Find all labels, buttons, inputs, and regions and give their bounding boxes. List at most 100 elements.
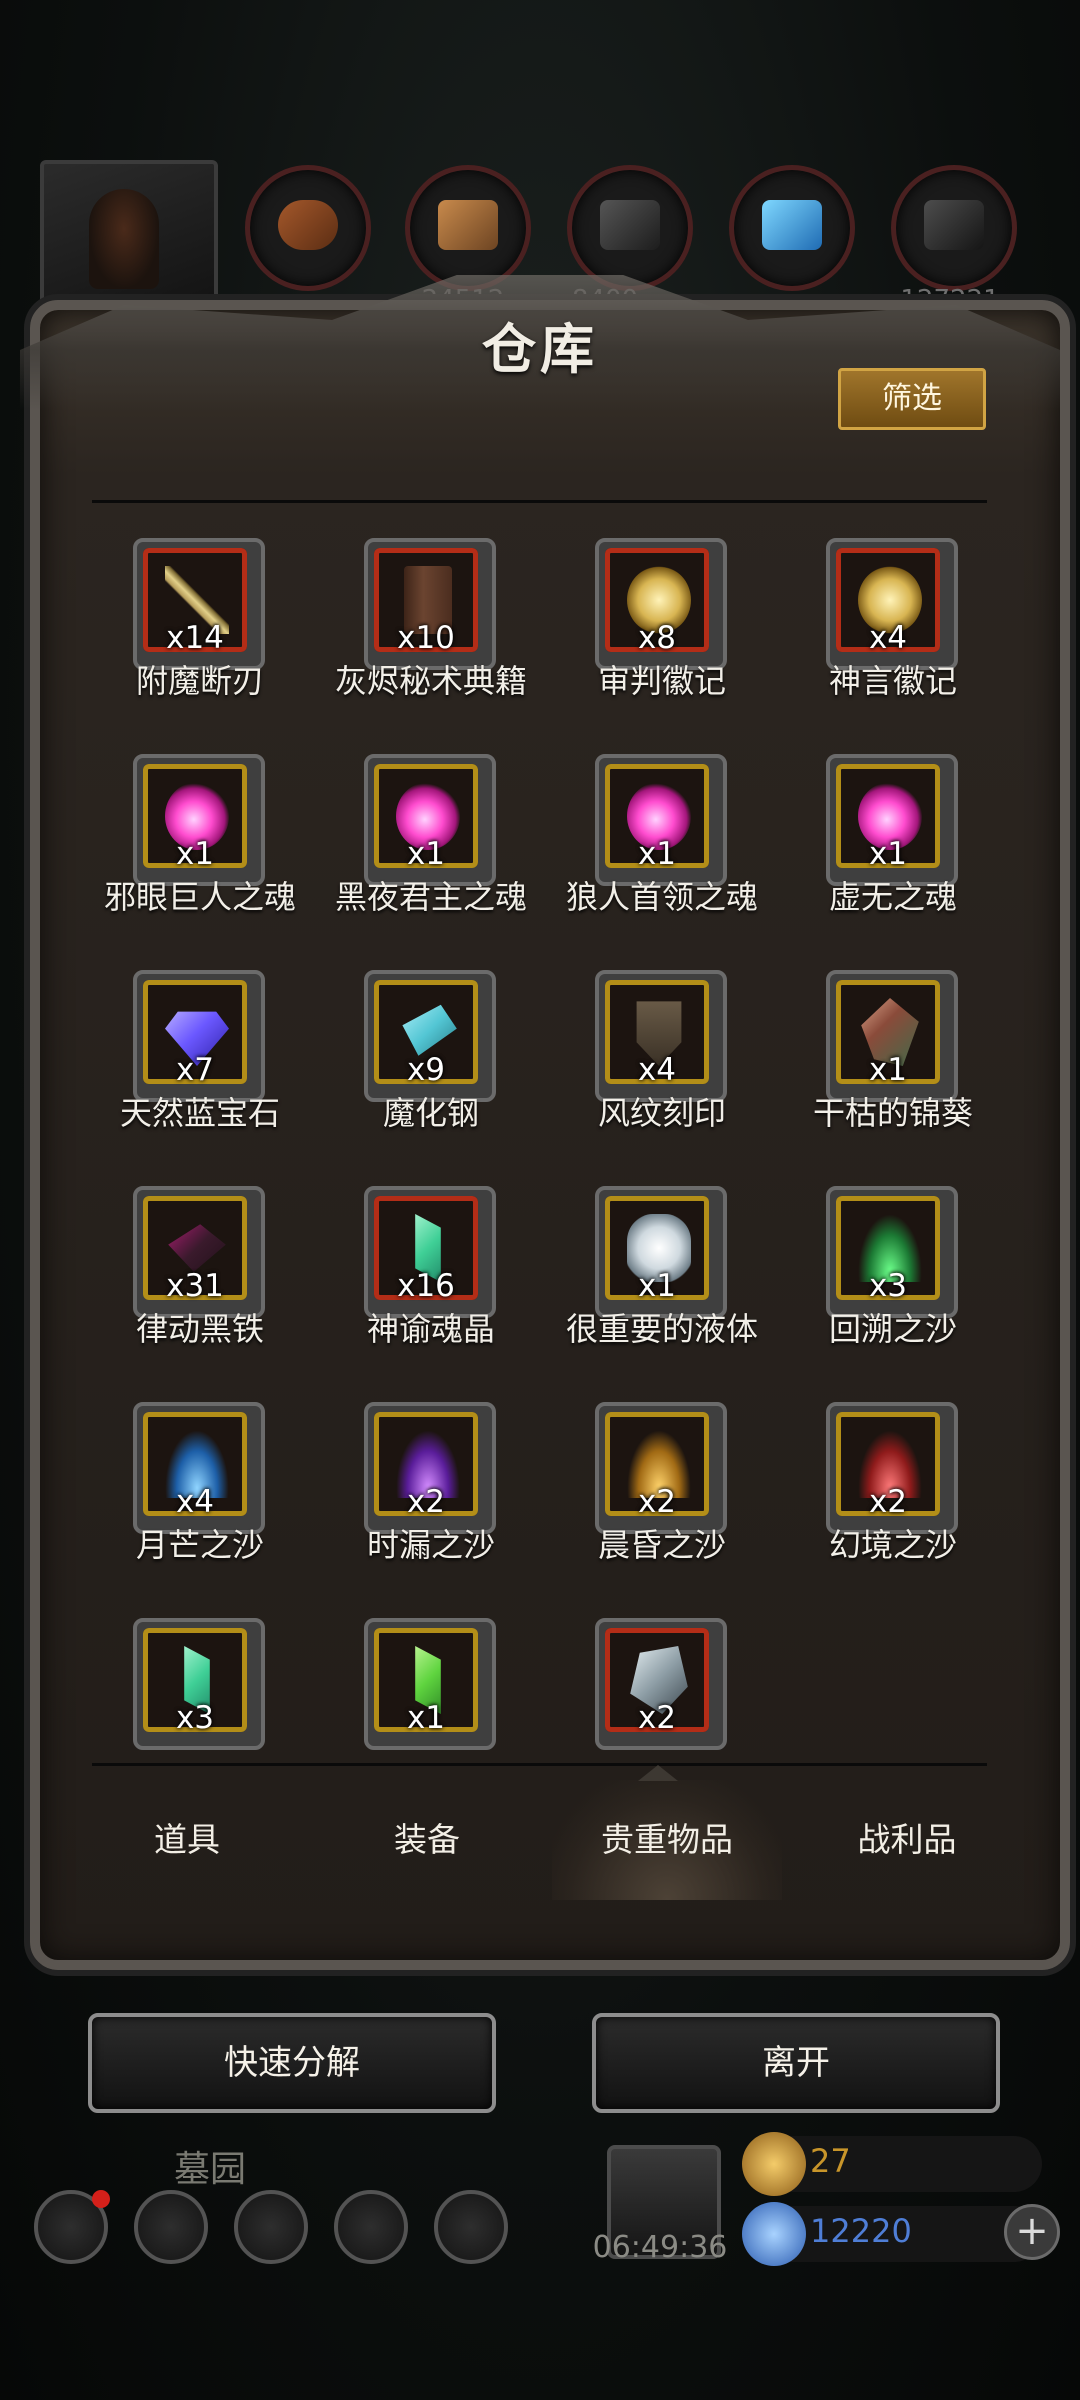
gem-currency: 12220	[742, 2202, 1042, 2266]
item-card[interactable]: x1	[316, 1618, 546, 1750]
item-card[interactable]: x1 很重要的液体	[547, 1186, 777, 1386]
hero-portrait[interactable]	[40, 160, 218, 318]
achievement-icon[interactable]	[134, 2190, 208, 2264]
item-card[interactable]: x2 晨昏之沙	[547, 1402, 777, 1602]
item-card[interactable]: x1 狼人首领之魂	[547, 754, 777, 954]
item-card[interactable]: x2 幻境之沙	[778, 1402, 1008, 1602]
mail-icon[interactable]	[334, 2190, 408, 2264]
tab-props[interactable]: 道具	[72, 1780, 302, 1900]
item-card[interactable]: x16 神谕魂晶	[316, 1186, 546, 1386]
item-count: x2	[637, 1700, 677, 1736]
item-name: 神谕魂晶	[366, 1310, 495, 1348]
panel-title: 仓库	[482, 317, 598, 381]
stone-icon	[600, 200, 660, 250]
item-card[interactable]: x4 风纹刻印	[547, 970, 777, 1170]
item-card[interactable]: x7 天然蓝宝石	[85, 970, 315, 1170]
filter-button[interactable]: 筛选	[838, 368, 986, 430]
item-name: 黑夜君主之魂	[334, 878, 527, 916]
item-card[interactable]: x2 时漏之沙	[316, 1402, 546, 1602]
item-count: x4	[868, 620, 908, 656]
item-name: 很重要的液体	[565, 1310, 758, 1348]
item-name: 虚无之魂	[828, 878, 957, 916]
item-card[interactable]: x9 魔化钢	[316, 970, 546, 1170]
item-count: x10	[397, 620, 455, 656]
gold-coin-icon	[742, 2132, 806, 2196]
add-currency-button[interactable]: +	[1004, 2204, 1060, 2260]
item-count: x1	[868, 836, 908, 872]
item-name: 风纹刻印	[597, 1094, 726, 1132]
item-name: 幻境之沙	[828, 1526, 957, 1564]
stone-resource-slot[interactable]	[567, 165, 693, 291]
item-count: x31	[166, 1268, 224, 1304]
item-card[interactable]: x4 神言徽记	[778, 538, 1008, 738]
iron-resource-slot[interactable]	[891, 165, 1017, 291]
item-count: x2	[868, 1484, 908, 1520]
item-count: x14	[166, 620, 224, 656]
item-card[interactable]: x10 灰烬秘术典籍	[316, 538, 546, 738]
wood-icon	[438, 200, 498, 250]
crystal-icon	[762, 200, 822, 250]
wood-resource-slot[interactable]	[405, 165, 531, 291]
shop-icon[interactable]	[434, 2190, 508, 2264]
settings-icon[interactable]	[34, 2190, 110, 2264]
leave-button[interactable]: 离开	[592, 2013, 1000, 2113]
leather-icon	[278, 200, 338, 250]
item-name: 狼人首领之魂	[565, 878, 758, 916]
item-name: 灰烬秘术典籍	[334, 662, 527, 700]
item-card[interactable]: x3	[85, 1618, 315, 1750]
tab-equipment[interactable]: 装备	[312, 1780, 542, 1900]
gift-timer: 06:49:36	[592, 2230, 728, 2265]
item-count: x2	[637, 1484, 677, 1520]
gem-amount: 12220	[810, 2212, 912, 2250]
item-count: x1	[406, 1700, 446, 1736]
item-count: x1	[406, 836, 446, 872]
tab-bar: 道具 装备 贵重物品 战利品	[72, 1780, 1007, 1900]
item-count: x16	[397, 1268, 455, 1304]
item-card[interactable]: x1 干枯的锦葵	[778, 970, 1008, 1170]
leather-resource-slot[interactable]	[245, 165, 371, 291]
item-count: x1	[637, 836, 677, 872]
item-name: 魔化钢	[382, 1094, 479, 1132]
gold-amount: 27	[810, 2142, 851, 2180]
item-name: 时漏之沙	[366, 1526, 495, 1564]
item-card[interactable]: x1 邪眼巨人之魂	[85, 754, 315, 954]
item-card[interactable]: x8 审判徽记	[547, 538, 777, 738]
item-count: x2	[406, 1484, 446, 1520]
item-name: 回溯之沙	[828, 1310, 957, 1348]
item-count: x1	[175, 836, 215, 872]
gold-currency: 27	[742, 2132, 1042, 2196]
item-name: 审判徽记	[597, 662, 726, 700]
item-count: x3	[175, 1700, 215, 1736]
item-count: x4	[175, 1484, 215, 1520]
item-name: 神言徽记	[828, 662, 957, 700]
item-card[interactable]: x1 黑夜君主之魂	[316, 754, 546, 954]
divider	[92, 500, 987, 503]
gem-icon	[742, 2202, 806, 2266]
item-card[interactable]: x4 月芒之沙	[85, 1402, 315, 1602]
iron-icon	[924, 200, 984, 250]
item-count: x9	[406, 1052, 446, 1088]
item-card[interactable]: x3 回溯之沙	[778, 1186, 1008, 1386]
item-grid: x14 附魔断刃 x10 灰烬秘术典籍 x8 审判徽记 x4 神言徽记 x1 邪眼巨人之魂 x1 黑夜…	[85, 538, 1010, 1750]
item-count: x3	[868, 1268, 908, 1304]
hooded-figure-icon	[89, 189, 159, 289]
item-card[interactable]: x14 附魔断刃	[85, 538, 315, 738]
guild-icon[interactable]	[234, 2190, 308, 2264]
crystal-resource-slot[interactable]	[729, 165, 855, 291]
location-label: 墓园	[173, 2149, 246, 2190]
tab-valuables[interactable]: 贵重物品	[552, 1780, 782, 1900]
item-card[interactable]: x1 虚无之魂	[778, 754, 1008, 954]
divider	[92, 1763, 987, 1766]
item-count: x1	[868, 1052, 908, 1088]
quick-decompose-button[interactable]: 快速分解	[88, 2013, 496, 2113]
item-count: x7	[175, 1052, 215, 1088]
item-count: x4	[637, 1052, 677, 1088]
item-card[interactable]: x2	[547, 1618, 777, 1750]
notification-dot	[92, 2190, 110, 2208]
tab-loot[interactable]: 战利品	[792, 1780, 1022, 1900]
item-count: x8	[637, 620, 677, 656]
item-count: x1	[637, 1268, 677, 1304]
item-name: 干枯的锦葵	[812, 1094, 973, 1132]
item-name: 晨昏之沙	[597, 1526, 726, 1564]
item-card[interactable]: x31 律动黑铁	[85, 1186, 315, 1386]
